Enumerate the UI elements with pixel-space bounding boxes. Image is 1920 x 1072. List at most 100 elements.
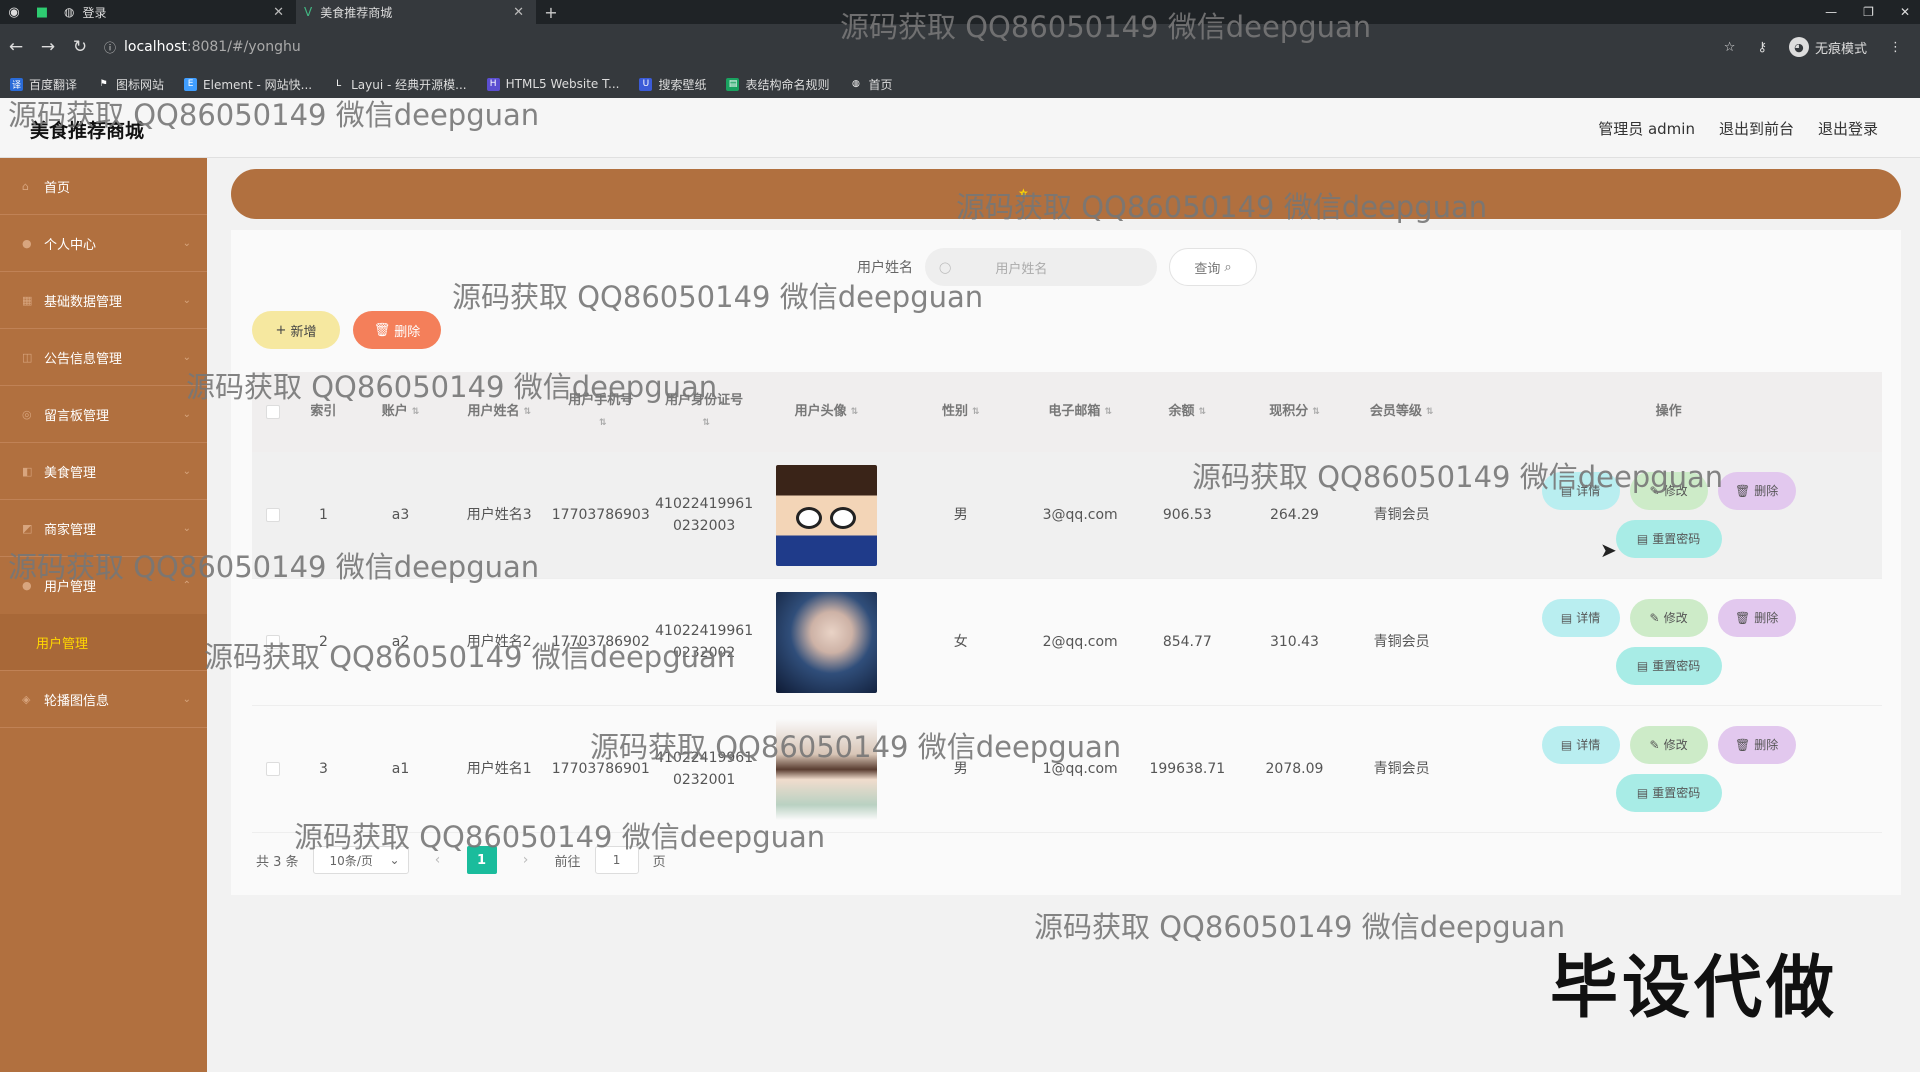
cell-index: 2	[318, 634, 328, 650]
grid-icon: ▦	[22, 293, 33, 307]
col-account[interactable]: 账户 ⇅	[354, 401, 448, 423]
next-page-button[interactable]: ›	[511, 846, 541, 874]
cell-idcard: 41022419961 0232003	[655, 496, 754, 534]
cell-phone: 17703786903	[551, 507, 650, 523]
search-field-icon: ◯	[939, 260, 952, 274]
col-avatar[interactable]: 用户头像 ⇅	[758, 401, 895, 423]
row-checkbox[interactable]	[252, 762, 293, 776]
page-number[interactable]: 1	[466, 846, 497, 874]
avatar[interactable]	[775, 591, 877, 693]
avatar[interactable]	[775, 718, 877, 820]
logout-link[interactable]: 退出登录	[1818, 118, 1878, 139]
col-gender[interactable]: 性别 ⇅	[895, 401, 1027, 423]
back-icon[interactable]: ←	[0, 37, 32, 57]
bookmark-item[interactable]: 译百度翻译	[10, 76, 77, 93]
sidebar-item-users[interactable]: ● 用户管理 ⌃	[0, 557, 207, 614]
sidebar-item-messages[interactable]: ◎ 留言板管理 ⌄	[0, 386, 207, 443]
sort-icon: ⇅	[598, 418, 607, 428]
bookmark-item[interactable]: U 搜索壁纸	[639, 76, 706, 93]
add-button[interactable]: + 新增	[252, 311, 340, 349]
select-all-checkbox[interactable]	[252, 405, 293, 419]
tab-shop[interactable]: V 美食推荐商城 ✕	[296, 0, 536, 24]
close-icon[interactable]: ✕	[513, 5, 524, 20]
sidebar-item-label: 留言板管理	[44, 408, 110, 424]
extension-icon[interactable]: ■	[28, 0, 56, 24]
tab-login[interactable]: ◍ 登录 ✕	[56, 0, 296, 24]
bookmark-item[interactable]: E Element - 网站快...	[184, 76, 312, 93]
cell-phone: 17703786902	[551, 634, 650, 650]
close-icon[interactable]: ✕	[273, 5, 284, 20]
detail-button[interactable]: ▤ 详情	[1541, 599, 1620, 637]
avatar[interactable]	[775, 464, 877, 566]
cell-account: a3	[391, 507, 410, 523]
edit-button[interactable]: ✎ 修改	[1629, 726, 1708, 764]
bookmark-label: HTML5 Website T...	[505, 77, 620, 91]
sidebar-item-home[interactable]: ⌂ 首页	[0, 158, 207, 215]
sidebar-item-basic-data[interactable]: ▦ 基础数据管理 ⌄	[0, 272, 207, 329]
col-idcard[interactable]: 用户身份证号 ⇅	[651, 390, 758, 434]
table-row[interactable]: 1 a3 用户姓名3 17703786903 41022419961 023200…	[252, 452, 1882, 579]
sidebar-item-profile[interactable]: ● 个人中心 ⌄	[0, 215, 207, 272]
key-icon[interactable]: ⚷	[1757, 40, 1767, 55]
col-email[interactable]: 电子邮箱 ⇅	[1027, 401, 1134, 423]
col-phone[interactable]: 用户手机号 ⇅	[551, 390, 651, 434]
bookmark-item[interactable]: ◍ 首页	[849, 76, 892, 93]
sidebar-item-carousel[interactable]: ◈ 轮播图信息 ⌄	[0, 671, 207, 728]
total-count: 共 3 条	[256, 854, 299, 870]
url-field[interactable]: ⓘ localhost:8081/#/yonghu	[104, 39, 1724, 56]
minimize-icon[interactable]: —	[1825, 5, 1837, 19]
bookmark-item[interactable]: ▤ 表结构命名规则	[726, 76, 829, 93]
cell-level: 青铜会员	[1373, 507, 1430, 523]
edit-button[interactable]: ✎ 修改	[1629, 599, 1708, 637]
window-close-icon[interactable]: ✕	[1900, 5, 1910, 19]
bookmarks-bar: 译百度翻译 ⚑ 图标网站 E Element - 网站快... L Layui - 经…	[0, 70, 1920, 98]
notice-icon: ◫	[22, 350, 33, 364]
reset-password-button[interactable]: ▤ 重置密码	[1615, 520, 1722, 558]
delete-button[interactable]: 🗑 删除	[1717, 472, 1796, 510]
to-front-link[interactable]: 退出到前台	[1719, 118, 1794, 139]
col-name[interactable]: 用户姓名 ⇅	[448, 401, 551, 423]
table-row[interactable]: 3 a1 用户姓名1 17703786901 41022419961 023200…	[252, 706, 1882, 833]
new-tab-button[interactable]: +	[536, 3, 566, 22]
batch-delete-button[interactable]: 🗑 删除	[353, 311, 441, 349]
bookmark-label: 图标网站	[116, 77, 165, 92]
sidebar-item-food[interactable]: ◧ 美食管理 ⌄	[0, 443, 207, 500]
col-balance[interactable]: 余额 ⇅	[1134, 401, 1241, 423]
row-checkbox[interactable]	[252, 635, 293, 649]
page-size-select[interactable]: 10条/页 ⌄	[312, 846, 409, 874]
search-input[interactable]: ◯ 用户姓名	[925, 248, 1157, 286]
forward-icon[interactable]: →	[32, 37, 64, 57]
bookmark-item[interactable]: ⚑ 图标网站	[97, 76, 164, 93]
browser-menu-icon[interactable]: ◉	[0, 0, 28, 24]
col-level[interactable]: 会员等级 ⇅	[1348, 401, 1455, 423]
user-icon: ●	[22, 236, 32, 250]
table-row[interactable]: 2 a2 用户姓名2 17703786902 41022419961 023200…	[252, 579, 1882, 706]
detail-button[interactable]: ▤ 详情	[1541, 472, 1620, 510]
reset-password-button[interactable]: ▤ 重置密码	[1615, 647, 1722, 685]
edit-button[interactable]: ✎ 修改	[1629, 472, 1708, 510]
delete-button[interactable]: 🗑 删除	[1717, 599, 1796, 637]
row-checkbox[interactable]	[252, 508, 293, 522]
reset-password-button[interactable]: ▤ 重置密码	[1615, 774, 1722, 812]
prev-page-button[interactable]: ‹	[423, 846, 453, 874]
bookmark-label: 表结构命名规则	[745, 77, 830, 92]
bookmark-item[interactable]: L Layui - 经典开源模...	[332, 76, 467, 93]
reload-icon[interactable]: ↻	[64, 37, 96, 57]
goto-page-input[interactable]: 1	[594, 846, 639, 874]
restore-icon[interactable]: ❐	[1863, 5, 1874, 19]
more-menu-icon[interactable]: ⋮	[1889, 40, 1902, 55]
incognito-indicator[interactable]: ◕ 无痕模式	[1788, 37, 1867, 57]
search-button[interactable]: 查询 ⌕	[1169, 248, 1257, 286]
detail-button[interactable]: ▤ 详情	[1541, 726, 1620, 764]
cell-level: 青铜会员	[1373, 761, 1430, 777]
sidebar-item-merchant[interactable]: ◩ 商家管理 ⌄	[0, 500, 207, 557]
sidebar-subitem-users[interactable]: 用户管理	[0, 614, 207, 671]
bookmark-item[interactable]: H HTML5 Website T...	[486, 77, 620, 91]
delete-button[interactable]: 🗑 删除	[1717, 726, 1796, 764]
doc-icon: ▤	[1560, 611, 1573, 625]
star-icon[interactable]: ☆	[1724, 40, 1736, 55]
sort-icon: ⇅	[523, 407, 531, 417]
sidebar-item-notice[interactable]: ◫ 公告信息管理 ⌄	[0, 329, 207, 386]
info-icon[interactable]: ⓘ	[104, 39, 116, 56]
col-points[interactable]: 现积分 ⇅	[1241, 401, 1348, 423]
